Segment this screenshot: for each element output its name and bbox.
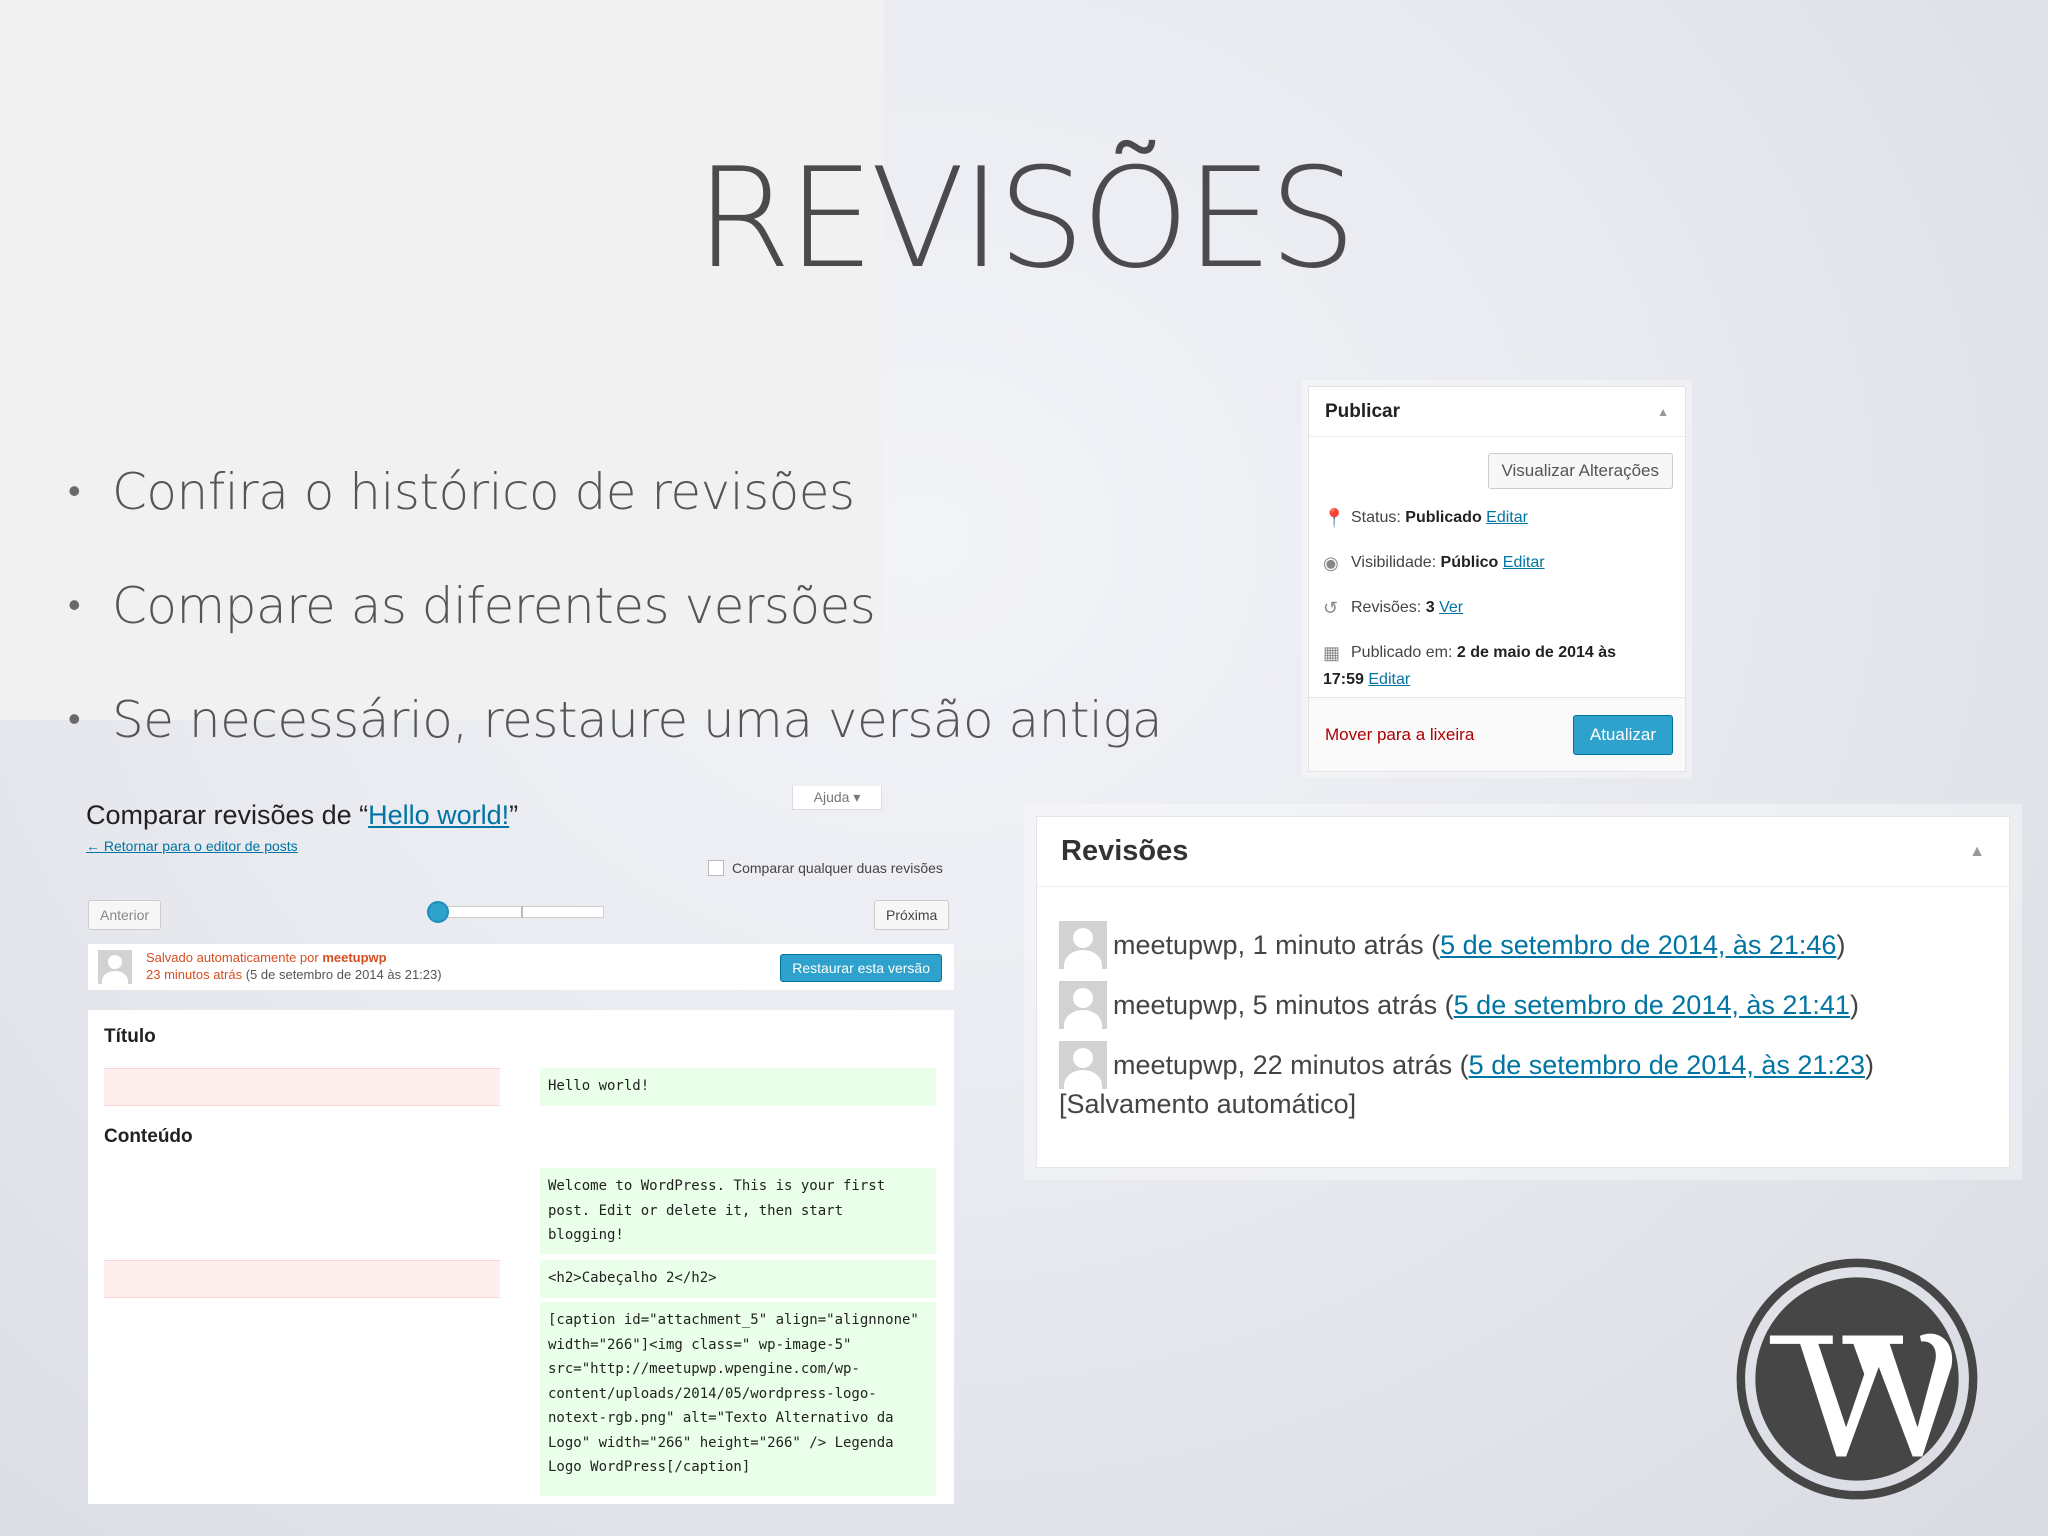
revisions-box: Revisões ▲ meetupwp, 1 minuto atrás (5 d… [1036,816,2010,1168]
autosave-note: [Salvamento automático] [1059,1089,1357,1119]
revision-author-time: meetupwp, 1 minuto atrás ( [1113,929,1441,960]
published-row-cont: 17:59 Editar [1323,667,1673,693]
avatar [1059,921,1107,969]
slider-tick [521,906,523,918]
revisions-row: ↺ Revisões: 3 Ver [1323,595,1673,621]
bullet-icon: • [68,699,81,740]
collapse-arrow-icon[interactable]: ▲ [1657,405,1669,419]
diff-view: Título Hello world! Conteúdo Welcome to … [88,1010,954,1504]
preview-changes-button[interactable]: Visualizar Alterações [1487,453,1673,489]
compare-any-label: Comparar qualquer duas revisões [732,860,943,876]
diff-added-title: Hello world! [540,1068,936,1106]
revision-item: meetupwp, 22 minutos atrás (5 de setembr… [1059,1035,1874,1095]
revision-link[interactable]: 5 de setembro de 2014, às 21:23 [1469,1050,1865,1081]
revisions-slider[interactable] [427,901,604,923]
diff-added-content: Welcome to WordPress. This is your first… [540,1168,936,1254]
update-button[interactable]: Atualizar [1572,714,1673,755]
diff-added-heading: <h2>Cabeçalho 2</h2> [540,1260,936,1298]
revision-time: 23 minutos atrás (5 de setembro de 2014 … [146,967,442,982]
wordpress-logo-icon [1736,1258,1978,1500]
history-icon: ↺ [1323,598,1339,618]
autosave-by: Salvado automaticamente por meetupwp [146,950,387,965]
revisions-text: Revisões: 3 Ver [1351,599,1464,616]
bullet-text: Compare as diferentes versões [112,577,876,635]
publish-box-title: Publicar [1325,400,1400,422]
diff-title-label: Título [104,1026,156,1047]
eye-icon: ◉ [1323,553,1339,573]
avatar [98,950,132,984]
bullet-text: Confira o histórico de revisões [112,463,855,521]
published-text: Publicado em: 2 de maio de 2014 às [1351,644,1617,661]
restore-revision-button[interactable]: Restaurar esta versão [780,954,942,982]
diff-deleted-content [104,1260,500,1298]
back-to-editor-link[interactable]: ← Retornar para o editor de posts [86,838,298,854]
compare-any-checkbox[interactable]: Comparar qualquer duas revisões [708,860,943,876]
published-text-cont: 17:59 Editar [1323,671,1411,688]
visibility-text: Visibilidade: Público Editar [1351,554,1545,571]
diff-added-caption: [caption id="attachment_5" align="alignn… [540,1302,936,1496]
bullet-icon: • [68,585,81,626]
revision-author-time: meetupwp, 5 minutos atrás ( [1113,989,1454,1020]
bullet-item: • Confira o histórico de revisões [60,435,1162,549]
status-row: 📍 Status: Publicado Editar [1323,505,1673,531]
post-title-link[interactable]: Hello world! [368,800,509,830]
publish-box-footer: Mover para a lixeira Atualizar [1309,697,1685,771]
revisions-box-title: Revisões [1061,835,1189,867]
bullet-item: • Se necessário, restaure uma versão anti… [60,663,1162,777]
diff-content-label: Conteúdo [104,1126,193,1147]
bullet-list: • Confira o histórico de revisões • Compar… [60,435,1162,777]
avatar [1059,1041,1107,1089]
bullet-icon: • [68,471,81,512]
edit-date-link[interactable]: Editar [1368,671,1410,688]
checkbox[interactable] [708,860,724,876]
collapse-arrow-icon[interactable]: ▲ [1969,843,1985,861]
avatar [1059,981,1107,1029]
compare-page-title: Comparar revisões de “Hello world!” [86,800,519,830]
publish-box: Publicar ▲ Visualizar Alterações 📍 Statu… [1308,386,1686,772]
bullet-text: Se necessário, restaure uma versão antig… [112,691,1162,749]
previous-button[interactable]: Anterior [88,900,162,930]
revision-link[interactable]: 5 de setembro de 2014, às 21:41 [1454,990,1850,1021]
revision-meta-bar: Salvado automaticamente por meetupwp 23 … [88,944,954,990]
status-text: Status: Publicado Editar [1351,509,1528,526]
calendar-icon: ▦ [1323,643,1341,663]
slide-title: REVISÕES [695,138,1356,299]
diff-deleted-title [104,1068,500,1106]
revision-item: meetupwp, 5 minutos atrás (5 de setembro… [1059,975,1874,1035]
edit-status-link[interactable]: Editar [1486,509,1528,526]
bullet-item: • Compare as diferentes versões [60,549,1162,663]
pin-icon: 📍 [1323,508,1346,528]
revisions-list: meetupwp, 1 minuto atrás (5 de setembro … [1059,915,1874,1120]
move-to-trash-link[interactable]: Mover para a lixeira [1325,725,1474,745]
revisions-box-header[interactable]: Revisões ▲ [1037,817,2009,887]
visibility-row: ◉ Visibilidade: Público Editar [1323,550,1673,576]
published-row: ▦ Publicado em: 2 de maio de 2014 às [1323,640,1673,666]
next-button[interactable]: Próxima [874,900,950,930]
publish-box-header[interactable]: Publicar ▲ [1309,387,1685,437]
edit-visibility-link[interactable]: Editar [1503,554,1545,571]
revision-item: meetupwp, 1 minuto atrás (5 de setembro … [1059,915,1874,975]
revision-author-time: meetupwp, 22 minutos atrás ( [1113,1049,1469,1080]
slider-handle[interactable] [427,901,449,923]
view-revisions-link[interactable]: Ver [1439,599,1463,616]
revision-link[interactable]: 5 de setembro de 2014, às 21:46 [1440,930,1836,961]
help-tab[interactable]: Ajuda ▾ [792,786,882,810]
